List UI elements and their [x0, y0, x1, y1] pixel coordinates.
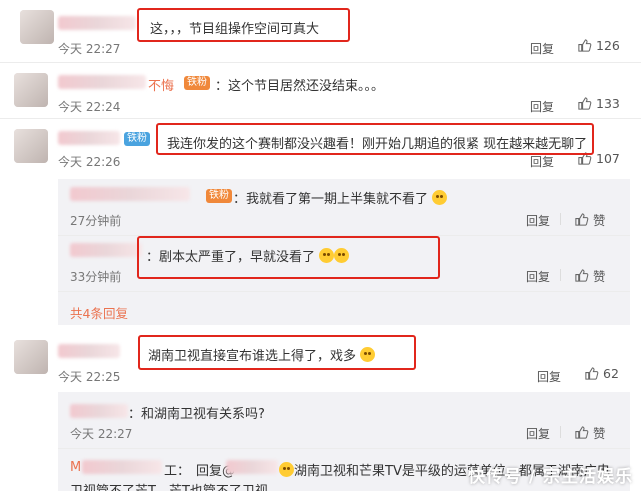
reply-time: 33分钟前 [70, 270, 122, 284]
highlight-box [156, 123, 594, 155]
reply-time: 今天 22:27 [70, 427, 133, 441]
thumb-up-icon [575, 269, 589, 282]
username[interactable] [70, 187, 190, 201]
like-count: 107 [596, 151, 620, 166]
separator [560, 426, 561, 438]
like-label: 赞 [593, 213, 606, 228]
reply-button[interactable]: 回复 [537, 368, 561, 385]
reply-text: ：我就看了第一期上半集就不看了 [233, 188, 448, 207]
laughing-emoji-icon [279, 462, 294, 477]
highlight-box [137, 8, 350, 42]
reply-time: 27分钟前 [70, 214, 122, 228]
username-suffix[interactable]: 不悔 [148, 75, 174, 94]
comment-item: 湖南卫视直接宣布谁选上得了，戏多 今天 22:25 回复 62 [0, 332, 641, 387]
comment-item: 这，，，节目组操作空间可真大 今天 22:27 回复 126 [0, 0, 641, 62]
comment-item: 不悔 铁粉 ：这个节目居然还没结束。。。 今天 22:24 回复 133 [0, 63, 641, 118]
thumb-up-icon [575, 426, 589, 439]
comment-time: 今天 22:24 [58, 100, 121, 114]
comment-time: 今天 22:27 [58, 42, 121, 56]
comment-item: 铁粉 我连你发的这个赛制都没兴趣看！刚开始几期追的很紧 现在越来越无聊了 今天 … [0, 119, 641, 175]
username-prefix[interactable]: M [70, 460, 81, 475]
username[interactable] [58, 131, 120, 145]
reply-button[interactable]: 回复 [530, 40, 554, 57]
reply-text-continued: 卫视管不了芒T，芒T也管不了卫视 [70, 480, 268, 491]
fan-badge: 铁粉 [206, 189, 232, 203]
laughing-emoji-icon [432, 190, 448, 205]
like-count: 126 [596, 38, 620, 53]
username[interactable] [70, 404, 128, 418]
thumb-up-icon [585, 367, 599, 380]
like-button[interactable]: 133 [577, 96, 620, 111]
fan-badge: 铁粉 [124, 132, 150, 146]
divider [58, 448, 630, 449]
like-button[interactable]: 赞 [574, 210, 606, 229]
highlight-box [137, 236, 440, 279]
fan-badge: 铁粉 [184, 76, 210, 90]
reply-button[interactable]: 回复 [526, 268, 550, 285]
reply-button[interactable]: 回复 [526, 212, 550, 229]
thumb-up-icon [578, 39, 592, 52]
avatar[interactable] [14, 129, 48, 163]
like-count: 62 [603, 366, 619, 381]
thumb-up-icon [578, 97, 592, 110]
username[interactable] [82, 460, 162, 474]
comment-time: 今天 22:25 [58, 370, 121, 384]
like-label: 赞 [593, 269, 606, 284]
comment-text: ：这个节目居然还没结束。。。 [215, 79, 385, 94]
comment-time: 今天 22:26 [58, 155, 121, 169]
reply-button[interactable]: 回复 [530, 153, 554, 170]
username[interactable] [70, 243, 142, 257]
reply-button[interactable]: 回复 [526, 425, 550, 442]
avatar[interactable] [20, 10, 54, 44]
like-label: 赞 [593, 426, 606, 441]
reply-button[interactable]: 回复 [530, 98, 554, 115]
username[interactable] [58, 344, 120, 358]
like-button[interactable]: 126 [577, 38, 620, 53]
divider [58, 291, 630, 292]
sub-reply-panel: 铁粉 ：我就看了第一期上半集就不看了 27分钟前 回复 赞 ：剧本太严重了，早就… [58, 179, 630, 325]
reply-to-username[interactable] [226, 460, 278, 474]
like-count: 133 [596, 96, 620, 111]
more-replies-link[interactable]: 共4条回复 [70, 303, 128, 322]
separator [560, 269, 561, 281]
avatar[interactable] [14, 73, 48, 107]
username-suffix[interactable]: 工： [164, 460, 190, 479]
separator [560, 213, 561, 225]
like-button[interactable]: 赞 [574, 423, 606, 442]
like-button[interactable]: 赞 [574, 266, 606, 285]
username[interactable] [58, 16, 136, 30]
thumb-up-icon [575, 213, 589, 226]
highlight-box [138, 335, 416, 370]
avatar[interactable] [14, 340, 48, 374]
username[interactable] [58, 75, 146, 89]
like-button[interactable]: 62 [584, 366, 619, 381]
reply-text: ：和湖南卫视有关系吗? [128, 407, 265, 422]
watermark: 快传号 / 宗主活娱乐 [467, 467, 633, 487]
